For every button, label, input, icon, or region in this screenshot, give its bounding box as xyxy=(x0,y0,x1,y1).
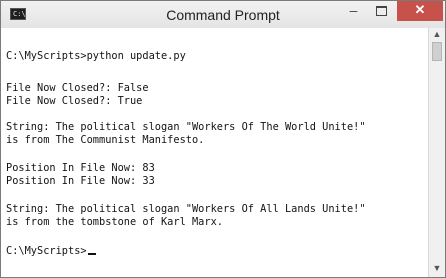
close-button[interactable]: ✕ xyxy=(397,1,443,21)
minimize-button[interactable]: – xyxy=(340,1,367,21)
output-line: String: The political slogan "Workers Of… xyxy=(6,203,366,215)
text-cursor xyxy=(87,253,96,255)
prompt-text: C:\MyScripts> xyxy=(6,245,87,257)
maximize-button[interactable] xyxy=(368,1,395,21)
console-output[interactable]: C:\MyScripts>python update.py File Now C… xyxy=(1,28,427,277)
output-line: Position In File Now: 83 xyxy=(6,162,155,174)
output-line: String: The political slogan "Workers Of… xyxy=(6,121,366,133)
vertical-scrollbar[interactable]: ▲ ▼ xyxy=(428,28,445,277)
maximize-icon xyxy=(376,6,387,16)
scrollbar-thumb[interactable] xyxy=(432,42,442,61)
title-bar[interactable]: C:\ Command Prompt – ✕ xyxy=(1,1,445,28)
output-line: is from The Communist Manifesto. xyxy=(6,134,205,146)
output-line: File Now Closed?: False xyxy=(6,82,149,94)
scroll-up-arrow-icon[interactable]: ▲ xyxy=(429,29,445,39)
scroll-down-arrow-icon[interactable]: ▼ xyxy=(429,263,445,273)
output-line: Position In File Now: 33 xyxy=(6,175,155,187)
output-line: File Now Closed?: True xyxy=(6,95,143,107)
prompt-command-line: C:\MyScripts>python update.py xyxy=(6,50,186,62)
output-line: is from the tombstone of Karl Marx. xyxy=(6,216,223,228)
command-prompt-window: C:\ Command Prompt – ✕ C:\MyScripts>pyth… xyxy=(0,0,446,278)
prompt-line[interactable]: C:\MyScripts> xyxy=(6,245,96,257)
